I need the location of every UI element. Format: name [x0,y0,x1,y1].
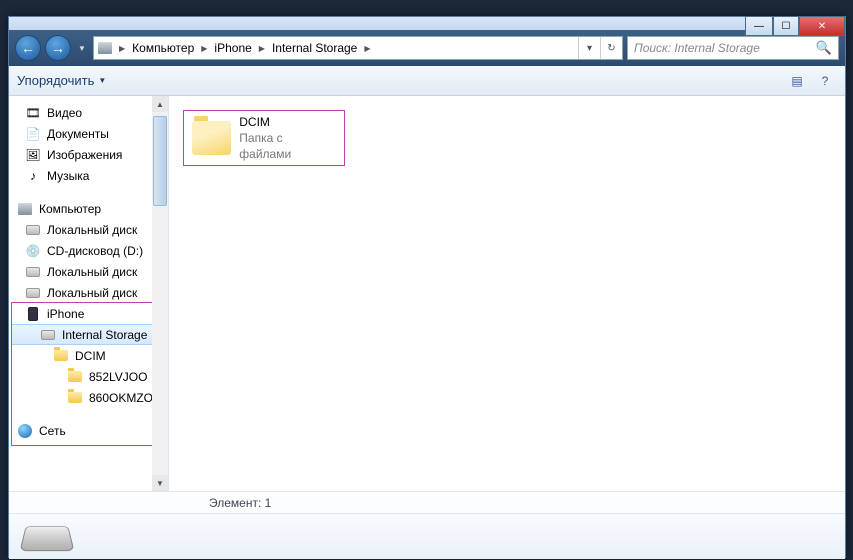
tree-item-music[interactable]: ♪ Музыка [9,165,168,186]
tree-label: DCIM [75,349,106,363]
breadcrumb-iphone[interactable]: iPhone [210,37,255,59]
tree-scrollbar[interactable]: ▲ ▼ [152,96,168,491]
tree-item-drive[interactable]: Локальный диск [9,219,168,240]
organize-button[interactable]: Упорядочить ▼ [17,73,106,88]
search-icon[interactable]: 🔍 [816,40,832,56]
drive-icon [40,327,56,343]
tree-label: Локальный диск [47,286,137,300]
folder-icon [67,390,83,406]
search-input[interactable]: Поиск: Internal Storage 🔍 [627,36,839,60]
organize-label: Упорядочить [17,73,94,88]
refresh-button[interactable]: ↻ [600,37,622,59]
help-button[interactable]: ? [813,70,837,92]
tree-label: Изображения [47,148,122,162]
drive-icon [19,526,74,551]
folder-icon [192,121,231,155]
folder-icon [67,369,83,385]
tree-item-video[interactable]: 🎞 Видео [9,102,168,123]
scroll-down-button[interactable]: ▼ [152,475,168,491]
image-icon: 🖼 [25,147,41,163]
tree-label: iPhone [47,307,84,321]
chevron-icon[interactable]: ▶ [256,44,268,53]
address-root-icon[interactable] [94,37,116,59]
window-buttons: — ☐ ✕ [745,16,845,36]
chevron-icon[interactable]: ▶ [116,44,128,53]
maximize-button[interactable]: ☐ [773,16,799,36]
network-icon [17,423,33,439]
body: 🎞 Видео 📄 Документы 🖼 Изображения ♪ Музыка К… [9,96,845,491]
folder-name: DCIM [239,114,336,130]
tree-item-documents[interactable]: 📄 Документы [9,123,168,144]
tree-item-cd[interactable]: 💿 CD-дисковод (D:) [9,240,168,261]
scroll-thumb[interactable] [153,116,167,206]
folder-item-dcim[interactable]: DCIM Папка с файлами [183,110,345,166]
tree-item-subfolder[interactable]: 860OKMZO [9,387,168,408]
status-text: Элемент: 1 [209,496,271,510]
tree-label: CD-дисковод (D:) [47,244,143,258]
folder-icon [53,348,69,364]
tree-item-drive[interactable]: Локальный диск [9,261,168,282]
scroll-up-button[interactable]: ▲ [152,96,168,112]
forward-button[interactable]: → [45,35,71,61]
details-pane [9,513,845,559]
close-button[interactable]: ✕ [799,16,845,36]
chevron-down-icon: ▼ [98,76,106,85]
search-placeholder: Поиск: Internal Storage [634,41,760,55]
drive-icon [25,264,41,280]
navigation-bar: ← → ▼ ▶ Компьютер ▶ iPhone ▶ Internal St… [9,30,845,66]
tree-item-drive[interactable]: Локальный диск [9,282,168,303]
tree-item-subfolder[interactable]: 852LVJOO [9,366,168,387]
nav-history-dropdown[interactable]: ▼ [75,38,89,58]
tree-item-computer[interactable]: Компьютер [9,198,168,219]
tree-label: Музыка [47,169,89,183]
folder-subtitle: Папка с файлами [239,130,336,162]
breadcrumb-computer[interactable]: Компьютер [128,37,198,59]
chevron-icon[interactable]: ▶ [198,44,210,53]
folder-text: DCIM Папка с файлами [239,114,336,162]
chevron-icon[interactable]: ▶ [361,44,373,53]
address-dropdown[interactable]: ▾ [578,37,600,59]
toolbar: Упорядочить ▼ ▤ ? [9,66,845,96]
tree-label: Локальный диск [47,223,137,237]
view-options-button[interactable]: ▤ [785,70,809,92]
film-icon: 🎞 [25,105,41,121]
phone-icon [25,306,41,322]
content-pane[interactable]: DCIM Папка с файлами [169,96,845,491]
explorer-window: — ☐ ✕ ← → ▼ ▶ Компьютер ▶ iPhone ▶ Inter… [8,16,846,558]
music-icon: ♪ [25,168,41,184]
computer-icon [17,201,33,217]
tree-label: Сеть [39,424,66,438]
tree-label: 852LVJOO [89,370,147,384]
back-button[interactable]: ← [15,35,41,61]
tree-item-network[interactable]: Сеть [9,420,168,441]
tree-label: Документы [47,127,109,141]
navigation-tree: 🎞 Видео 📄 Документы 🖼 Изображения ♪ Музыка К… [9,96,169,491]
document-icon: 📄 [25,126,41,142]
tree-item-iphone[interactable]: iPhone [9,303,168,324]
minimize-button[interactable]: — [745,16,773,36]
breadcrumb-internal-storage[interactable]: Internal Storage [268,37,361,59]
address-bar[interactable]: ▶ Компьютер ▶ iPhone ▶ Internal Storage … [93,36,623,60]
status-bar: Элемент: 1 [9,491,845,513]
tree-label: 860OKMZO [89,391,153,405]
tree-label: Видео [47,106,82,120]
titlebar[interactable]: — ☐ ✕ [9,17,845,30]
tree-label: Internal Storage [62,328,147,342]
tree-item-internal-storage[interactable]: Internal Storage [11,324,166,345]
tree-label: Локальный диск [47,265,137,279]
drive-icon [25,222,41,238]
drive-icon [25,285,41,301]
tree-item-dcim[interactable]: DCIM [9,345,168,366]
tree-label: Компьютер [39,202,101,216]
computer-icon [98,42,112,54]
disc-icon: 💿 [25,243,41,259]
tree-item-images[interactable]: 🖼 Изображения [9,144,168,165]
